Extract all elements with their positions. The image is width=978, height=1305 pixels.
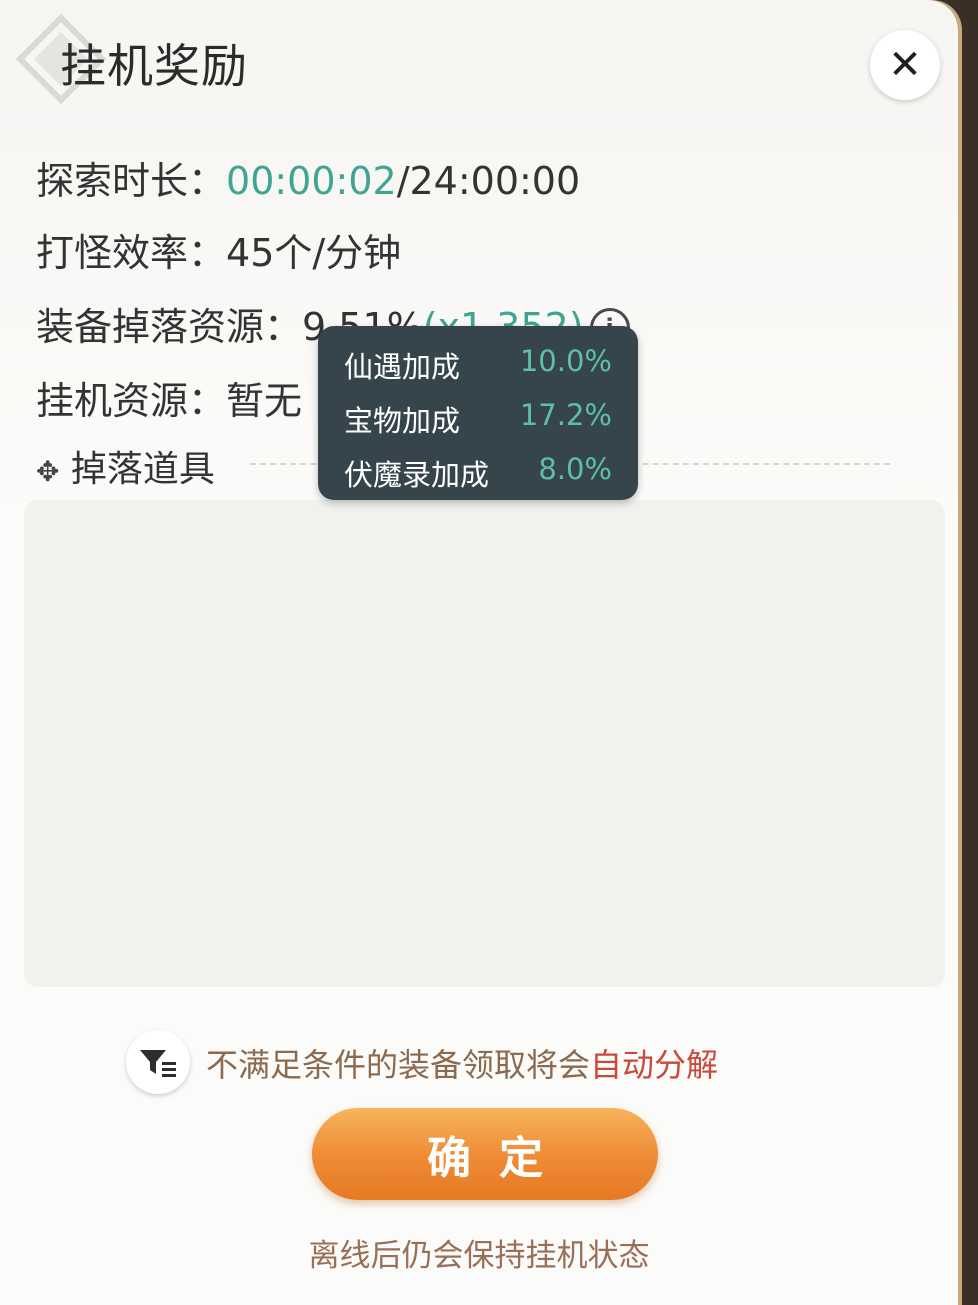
equip-label: 装备掉落资源： xyxy=(36,305,303,349)
tooltip-label: 宝物加成 xyxy=(344,404,461,438)
tooltip-label: 仙遇加成 xyxy=(344,350,461,384)
tooltip-label: 伏魔录加成 xyxy=(344,458,490,492)
efficiency-row: 打怪效率：45个/分钟 xyxy=(36,222,401,277)
tooltip-row: 仙遇加成 10.0% xyxy=(344,344,612,388)
tooltip-value: 17.2% xyxy=(519,398,612,432)
sparkle-icon: ✥ xyxy=(36,455,60,488)
explore-elapsed: 00:00:02 xyxy=(226,159,397,203)
auto-dismantle-notice: 不满足条件的装备领取将会自动分解 xyxy=(206,1040,718,1086)
drop-items-area xyxy=(24,500,945,987)
idle-label: 挂机资源： xyxy=(36,379,227,423)
tooltip-value: 8.0% xyxy=(538,452,612,486)
drops-label: 掉落道具 xyxy=(70,449,215,490)
filter-icon xyxy=(140,1050,176,1077)
efficiency-label: 打怪效率： xyxy=(36,231,227,275)
explore-duration-row: 探索时长：00:00:02/24:00:00 xyxy=(36,150,580,205)
offline-note: 离线后仍会保持挂机状态 xyxy=(308,1238,650,1274)
efficiency-value: 45个/分钟 xyxy=(226,231,402,275)
idle-resource-row: 挂机资源：暂无 xyxy=(36,370,302,425)
close-icon: ✕ xyxy=(888,42,922,88)
drops-section-title: ✥ 掉落道具 xyxy=(36,440,215,492)
close-button[interactable]: ✕ xyxy=(870,30,940,100)
confirm-button[interactable]: 确定 xyxy=(312,1108,658,1200)
tooltip-value: 10.0% xyxy=(519,344,612,378)
notice-text: 不满足条件的装备领取将会 xyxy=(206,1046,591,1084)
bonus-tooltip: 仙遇加成 10.0% 宝物加成 17.2% 伏魔录加成 8.0% xyxy=(318,326,638,500)
filter-button[interactable] xyxy=(126,1030,190,1094)
tooltip-row: 宝物加成 17.2% xyxy=(344,398,612,442)
explore-total: /24:00:00 xyxy=(396,159,581,203)
idle-value: 暂无 xyxy=(226,379,303,423)
idle-reward-dialog: 挂机奖励 ✕ 探索时长：00:00:02/24:00:00 打怪效率：45个/分… xyxy=(0,0,958,1305)
notice-highlight: 自动分解 xyxy=(590,1046,719,1084)
explore-label: 探索时长： xyxy=(36,159,227,203)
dialog-title: 挂机奖励 xyxy=(60,39,248,93)
tooltip-row: 伏魔录加成 8.0% xyxy=(344,452,612,496)
